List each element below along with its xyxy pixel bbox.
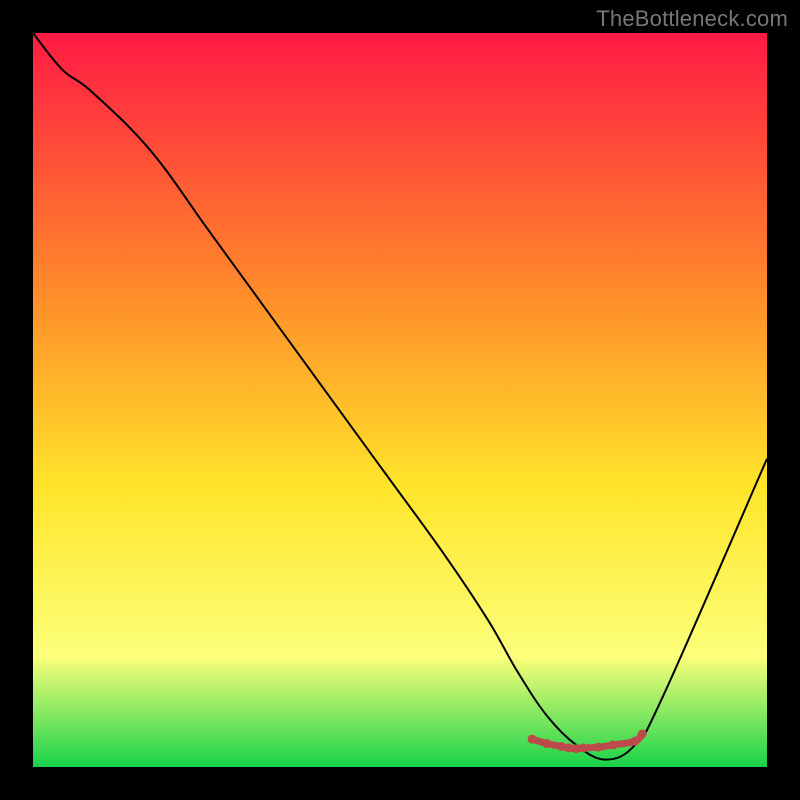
plot-area (33, 33, 767, 767)
marker-dot (542, 739, 551, 748)
chart-frame: TheBottleneck.com (0, 0, 800, 800)
watermark-text: TheBottleneck.com (596, 6, 788, 32)
marker-dot (630, 737, 639, 746)
marker-dot (528, 735, 537, 744)
marker-dot (638, 729, 647, 738)
marker-dot (594, 743, 603, 752)
marker-dot (579, 743, 588, 752)
marker-dot (608, 740, 617, 749)
chart-svg (33, 33, 767, 767)
